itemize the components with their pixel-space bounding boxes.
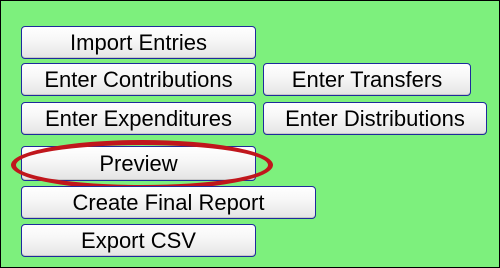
create-final-report-button[interactable]: Create Final Report	[21, 186, 316, 219]
enter-distributions-button[interactable]: Enter Distributions	[263, 102, 487, 135]
preview-button[interactable]: Preview	[21, 146, 256, 181]
export-csv-button[interactable]: Export CSV	[21, 224, 256, 257]
enter-expenditures-button[interactable]: Enter Expenditures	[21, 102, 256, 135]
enter-contributions-button[interactable]: Enter Contributions	[21, 63, 256, 96]
enter-transfers-button[interactable]: Enter Transfers	[263, 63, 471, 96]
import-entries-button[interactable]: Import Entries	[21, 26, 256, 59]
report-actions-panel: Import Entries Enter Contributions Enter…	[0, 0, 500, 268]
